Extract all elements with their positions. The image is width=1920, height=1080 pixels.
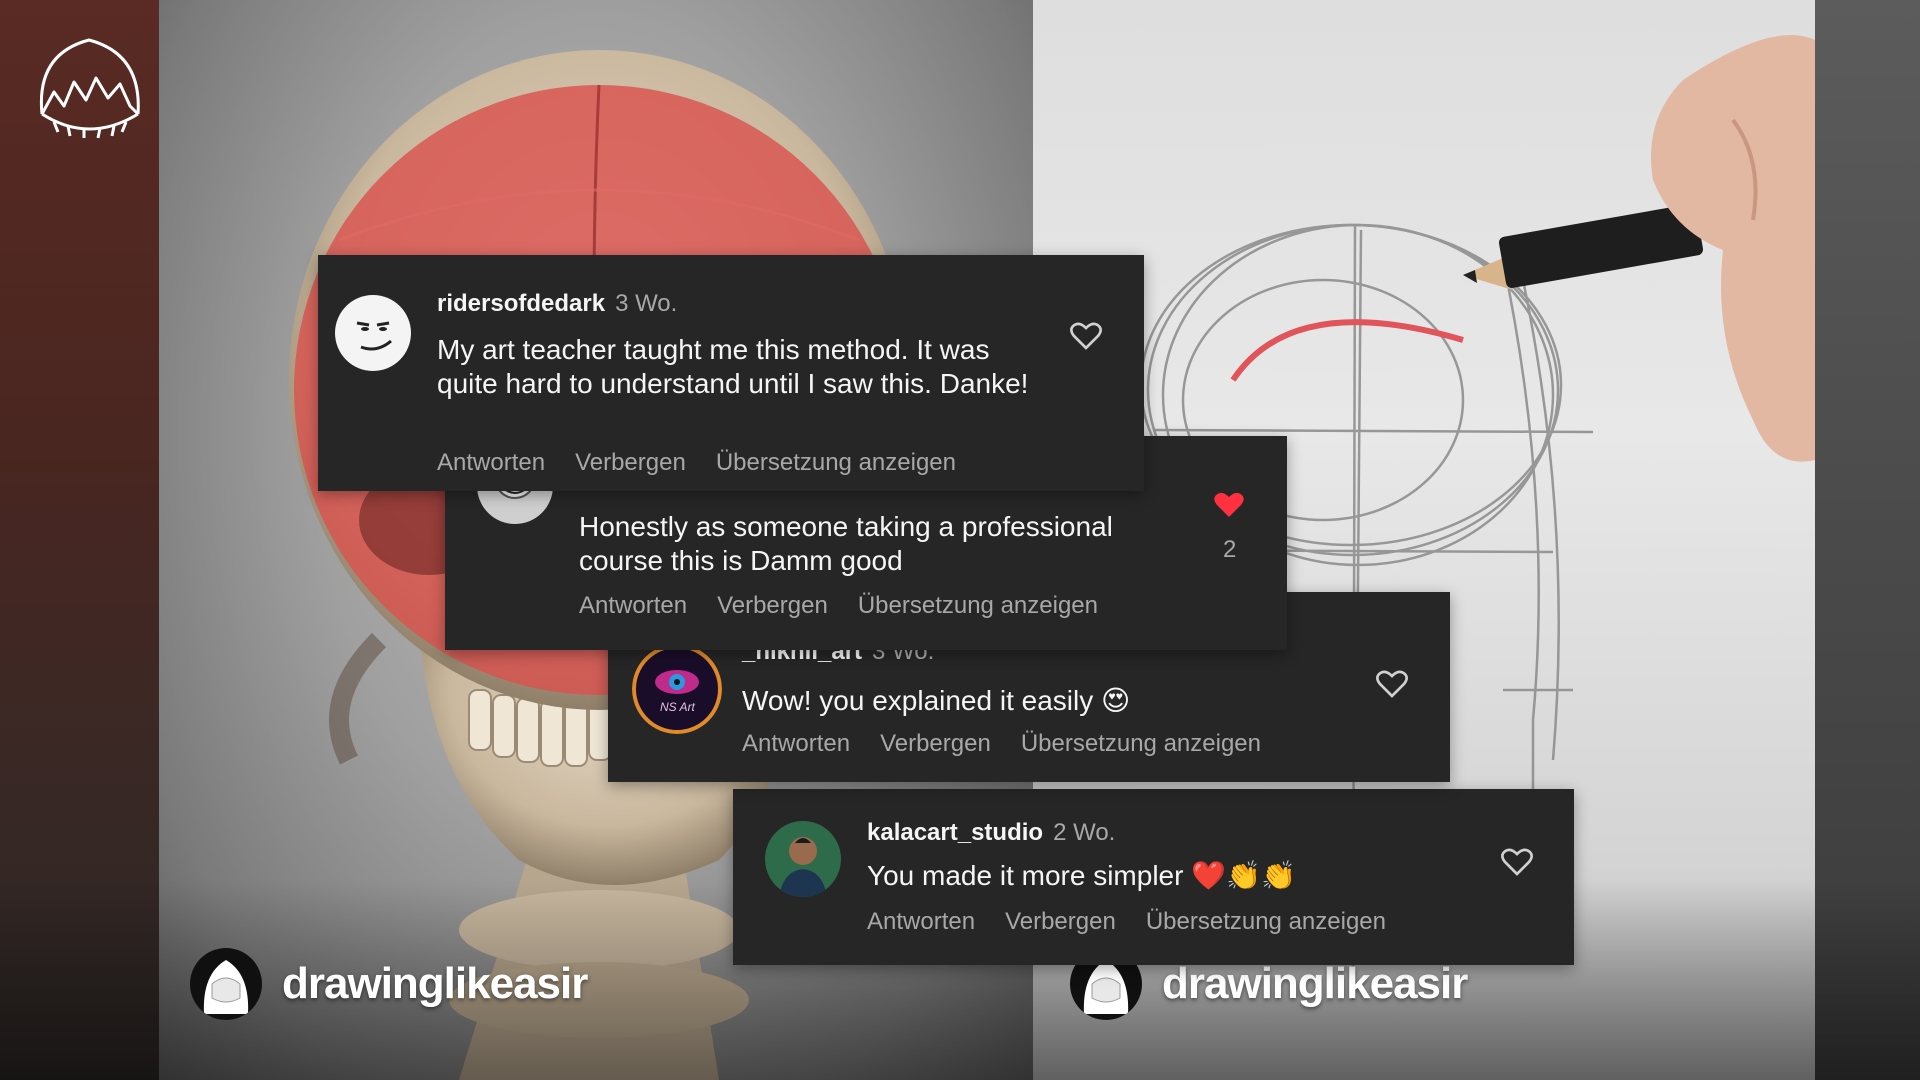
comment-text: You made it more simpler ❤️👏👏 [867,860,1296,891]
heart-outline-icon[interactable] [1376,669,1408,699]
comment-actions: Antworten Verbergen Übersetzung anzeigen [437,449,986,477]
reply-button[interactable]: Antworten [579,592,687,619]
translate-button[interactable]: Übersetzung anzeigen [716,449,956,476]
comment-card-4: kalacart_studio 2 Wo. You made it more si… [733,789,1574,965]
comment-username[interactable]: kalacart_studio [867,819,1043,846]
channel-logo-icon [34,34,146,140]
channel-handle: drawinglikeasir [1162,959,1468,1008]
comment-time: 3 Wo. [615,290,678,317]
hide-button[interactable]: Verbergen [1005,908,1116,935]
comment-actions: Antworten Verbergen Übersetzung anzeigen [742,730,1291,758]
translate-button[interactable]: Übersetzung anzeigen [1146,908,1386,935]
comment-header: ridersofdedark 3 Wo. [437,290,677,318]
heart-outline-icon[interactable] [1070,321,1102,351]
avatar[interactable] [765,821,841,897]
reply-button[interactable]: Antworten [867,908,975,935]
hide-button[interactable]: Verbergen [575,449,686,476]
channel-avatar [190,948,262,1020]
comment-text: My art teacher taught me this method. It… [437,334,1029,399]
comment-text: Honestly as someone taking a professiona… [579,511,1113,576]
like-count: 2 [1223,536,1237,563]
comment-card-1: ridersofdedark 3 Wo. My art teacher taugh… [318,255,1144,491]
channel-credit-left[interactable]: drawinglikeasir [190,948,588,1020]
comment-actions: Antworten Verbergen Übersetzung anzeigen [579,592,1128,620]
comment-actions: Antworten Verbergen Übersetzung anzeigen [867,908,1416,936]
comment-time: 2 Wo. [1053,819,1116,846]
heart-filled-icon[interactable] [1213,490,1245,520]
reply-button[interactable]: Antworten [437,449,545,476]
translate-button[interactable]: Übersetzung anzeigen [1021,730,1261,757]
avatar[interactable] [335,295,411,371]
hide-button[interactable]: Verbergen [880,730,991,757]
reply-button[interactable]: Antworten [742,730,850,757]
channel-handle: drawinglikeasir [282,959,588,1008]
translate-button[interactable]: Übersetzung anzeigen [858,592,1098,619]
comment-username[interactable]: ridersofdedark [437,290,605,317]
avatar[interactable]: NS Art [632,644,722,734]
heart-outline-icon[interactable] [1501,847,1533,877]
comment-header: kalacart_studio 2 Wo. [867,819,1115,847]
hide-button[interactable]: Verbergen [717,592,828,619]
avatar-text: NS Art [660,700,695,714]
comment-text: Wow! you explained it easily 😍 [742,685,1131,716]
